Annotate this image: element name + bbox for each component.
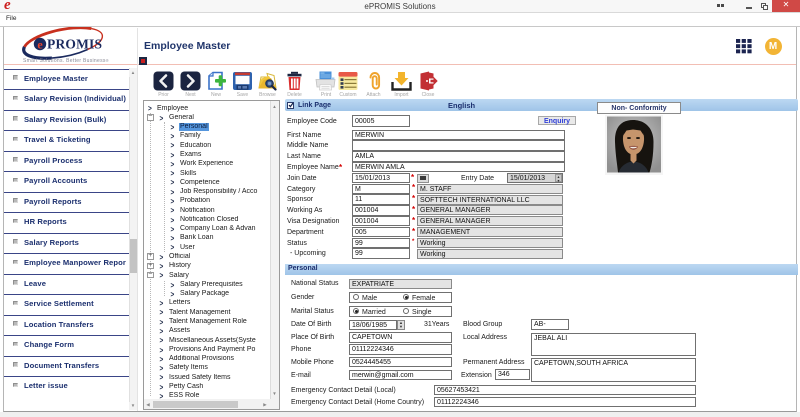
svg-text:PROMIS: PROMIS [47, 37, 102, 52]
svg-text:e: e [37, 38, 43, 52]
